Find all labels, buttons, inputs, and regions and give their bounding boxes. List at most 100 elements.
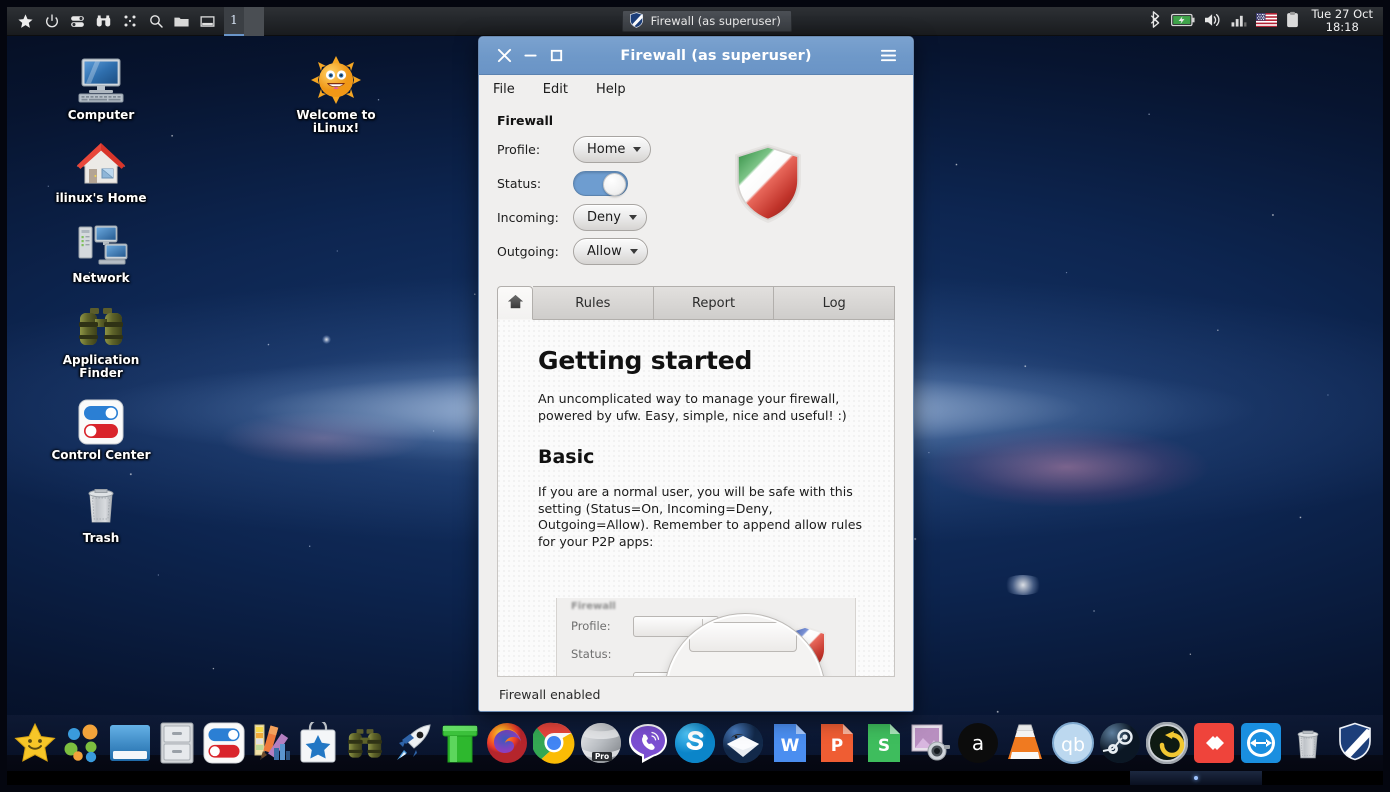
getting-started-pane[interactable]: Getting started An uncomplicated way to … xyxy=(497,320,895,677)
dock-item-control-center[interactable] xyxy=(202,720,245,767)
dock-item-software-store[interactable] xyxy=(297,720,340,767)
svg-text:a: a xyxy=(972,731,984,755)
keyboard-layout-flag-icon[interactable] xyxy=(1255,12,1277,30)
svg-text:qb: qb xyxy=(1060,734,1084,756)
chevron-down-icon xyxy=(629,248,638,254)
desktop-icon-label: ilinux's Home xyxy=(55,191,147,205)
grid-dots-icon[interactable] xyxy=(117,9,142,34)
firewall-settings-panel: Firewall Profile: Home Status: Incoming:… xyxy=(479,103,913,265)
dock-item-firewall[interactable] xyxy=(1334,720,1377,767)
toggle-knob xyxy=(603,172,626,196)
dock-item-steam[interactable] xyxy=(1098,720,1141,767)
dock-item-teamviewer[interactable] xyxy=(1240,720,1283,767)
desktop-icon-computer[interactable]: Computer xyxy=(46,55,156,122)
svg-text:W: W xyxy=(780,736,799,756)
content-heading-1: Getting started xyxy=(538,346,753,375)
search-icon[interactable] xyxy=(143,9,168,34)
window-icon[interactable] xyxy=(195,9,220,34)
dock-item-thunderbird[interactable] xyxy=(721,720,764,767)
content-basic-text: If you are a normal user, you will be sa… xyxy=(538,484,863,549)
desktop-icon-trash[interactable]: Trash xyxy=(46,478,156,545)
close-icon[interactable] xyxy=(491,43,517,69)
battery-charging-icon[interactable] xyxy=(1170,13,1195,30)
minimize-icon[interactable] xyxy=(517,43,543,69)
content-heading-2: Basic xyxy=(538,446,595,468)
label-incoming: Incoming: xyxy=(497,209,559,225)
window-titlebar[interactable]: Firewall (as superuser) xyxy=(479,37,913,75)
dock-item-file-cabinet[interactable] xyxy=(155,720,198,767)
dock-item-whisker-menu[interactable] xyxy=(61,720,104,767)
desktop-icon-appfinder[interactable]: Application Finder xyxy=(46,300,156,380)
dock-item-terminal-pipe[interactable] xyxy=(438,720,481,767)
dock-item-trash[interactable] xyxy=(1287,720,1330,767)
sun-face-icon xyxy=(280,55,392,105)
tab-report[interactable]: Report xyxy=(653,286,775,320)
workspace-overflow[interactable] xyxy=(244,6,264,36)
status-bar-text: Firewall enabled xyxy=(499,686,601,702)
dock-item-vlc[interactable] xyxy=(1004,720,1047,767)
settings-grid: Profile: Home Status: Incoming: Deny Out… xyxy=(479,135,913,265)
content-intro-text: An uncomplicated way to manage your fire… xyxy=(538,391,847,423)
dock-item-anydesk[interactable] xyxy=(1192,720,1235,767)
settings-toggles-icon[interactable] xyxy=(65,9,90,34)
profile-select[interactable]: Home xyxy=(573,135,652,163)
desktop-icon-label: Welcome to iLinux! xyxy=(296,108,376,135)
network-signal-icon[interactable] xyxy=(1231,13,1247,30)
dock-item-timeshift[interactable] xyxy=(1145,720,1188,767)
incoming-select[interactable]: Deny xyxy=(573,203,647,231)
shield-logo-wrap xyxy=(651,136,913,264)
dock-item-impress[interactable]: P xyxy=(815,720,858,767)
dock-item-star-menu[interactable] xyxy=(13,720,57,767)
bluetooth-icon[interactable] xyxy=(1150,11,1162,31)
task-button-firewall[interactable]: Firewall (as superuser) xyxy=(621,10,792,32)
network-computers-icon xyxy=(46,218,156,268)
outgoing-select[interactable]: Allow xyxy=(573,237,648,265)
menu-edit[interactable]: Edit xyxy=(539,80,572,99)
dock-item-firefox[interactable] xyxy=(485,720,528,767)
toggles-icon xyxy=(46,395,156,445)
tab-log[interactable]: Log xyxy=(774,286,896,320)
dock-item-chrome[interactable] xyxy=(532,720,575,767)
desktop-icon-network[interactable]: Network xyxy=(46,218,156,285)
firewall-window: Firewall (as superuser) File Edit Help F… xyxy=(478,36,914,712)
hamburger-menu-icon[interactable] xyxy=(875,43,901,69)
dock-item-writer[interactable]: W xyxy=(768,720,811,767)
trash-icon xyxy=(46,478,156,528)
folder-icon[interactable] xyxy=(169,9,194,34)
menu-file[interactable]: File xyxy=(489,80,519,99)
binoculars-icon[interactable] xyxy=(91,9,116,34)
dock: Pro W P S a qb xyxy=(7,715,1383,771)
embed-title: Firewall xyxy=(571,601,616,612)
dock-item-amazon[interactable]: a xyxy=(957,720,1000,767)
clipboard-icon[interactable] xyxy=(1286,11,1299,31)
row-profile: Profile: Home xyxy=(497,135,652,163)
tab-bar: Rules Report Log xyxy=(497,286,896,320)
desktop-icon-label: Network xyxy=(72,271,130,285)
menu-help[interactable]: Help xyxy=(592,80,630,99)
dock-item-screenshot[interactable] xyxy=(910,720,953,767)
volume-icon[interactable] xyxy=(1204,12,1222,31)
dock-item-binoculars[interactable] xyxy=(344,720,387,767)
tab-home[interactable] xyxy=(497,286,533,320)
status-toggle[interactable] xyxy=(573,170,628,196)
dock-item-theme-colors[interactable] xyxy=(250,720,293,767)
dock-item-rocket[interactable] xyxy=(391,720,434,767)
tab-rules[interactable]: Rules xyxy=(533,286,654,320)
dock-item-skype[interactable] xyxy=(674,720,717,767)
dock-item-viber[interactable] xyxy=(627,720,670,767)
workspace-switcher[interactable]: 1 xyxy=(224,6,264,36)
window-tasklist: Firewall (as superuser) xyxy=(264,10,1150,32)
clock[interactable]: Tue 27 Oct 18:18 xyxy=(1308,8,1375,34)
dock-item-calc[interactable]: S xyxy=(862,720,905,767)
dock-item-window-switch[interactable] xyxy=(108,720,151,767)
workspace-1[interactable]: 1 xyxy=(224,6,244,36)
dock-item-browser-pro[interactable]: Pro xyxy=(580,720,623,767)
dock-item-qbittorrent[interactable]: qb xyxy=(1051,720,1094,767)
star-menu-icon[interactable] xyxy=(13,9,38,34)
desktop-icon-controlcenter[interactable]: Control Center xyxy=(46,395,156,462)
desktop-icon-home[interactable]: ilinux's Home xyxy=(46,138,156,205)
power-icon[interactable] xyxy=(39,9,64,34)
label-profile: Profile: xyxy=(497,141,541,157)
galaxy-blob xyxy=(1002,575,1044,595)
desktop-icon-welcome[interactable]: Welcome to iLinux! xyxy=(280,55,392,135)
